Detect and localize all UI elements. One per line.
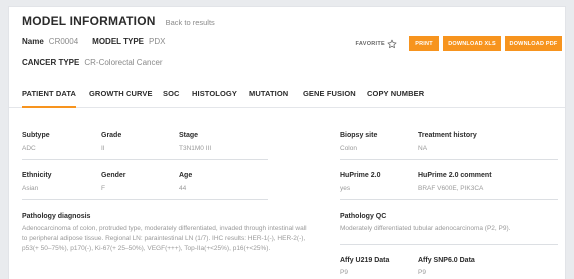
cancer-type-label: CANCER TYPE [22, 58, 80, 67]
gender-field: Gender F [101, 172, 126, 194]
title-row: MODEL INFORMATION Back to results [22, 14, 215, 28]
cancer-type-row: CANCER TYPE CR-Colorectal Cancer [22, 58, 177, 67]
action-bar: FAVORITE PRINT DOWNLOAD XLS DOWNLOAD PDF [356, 36, 562, 51]
affy-u219-field: Affy U219 Data P9 [340, 257, 389, 278]
huprime-field: HuPrime 2.0 yes [340, 172, 380, 194]
tab-soc[interactable]: SOC [163, 89, 180, 98]
model-header: MODEL INFORMATION Back to results Name C… [9, 7, 565, 77]
pathology-diagnosis-field: Pathology diagnosis Adenocarcinoma of co… [22, 213, 312, 254]
affy-snp6-field: Affy SNP6.0 Data P9 [418, 257, 475, 278]
huprime-comment-value: BRAF V600E, PIK3CA [418, 185, 484, 192]
star-icon [387, 39, 397, 48]
affy-snp6-label: Affy SNP6.0 Data [418, 257, 475, 264]
subtype-value: ADC [22, 145, 36, 152]
favorite-label: FAVORITE [355, 40, 385, 47]
tab-mutation[interactable]: MUTATION [249, 89, 288, 98]
print-button[interactable]: PRINT [409, 36, 439, 51]
favorite-button[interactable]: FAVORITE [356, 39, 398, 49]
huprime-comment-field: HuPrime 2.0 comment BRAF V600E, PIK3CA [418, 172, 492, 194]
pathology-diagnosis-label: Pathology diagnosis [22, 213, 91, 220]
treatment-history-field: Treatment history NA [418, 132, 477, 154]
affy-u219-label: Affy U219 Data [340, 257, 390, 264]
tab-copy-number[interactable]: COPY NUMBER [367, 89, 424, 98]
grade-label: Grade [101, 132, 122, 139]
divider [340, 199, 558, 200]
age-field: Age 44 [179, 172, 192, 194]
ethnicity-field: Ethnicity Asian [22, 172, 52, 194]
download-xls-button[interactable]: DOWNLOAD XLS [443, 36, 501, 51]
model-type-value: PDX [149, 37, 166, 46]
ethnicity-value: Asian [22, 185, 39, 192]
model-type-label: MODEL TYPE [92, 37, 145, 46]
divider [22, 199, 268, 200]
tab-patient-data[interactable]: PATIENT DATA [22, 89, 76, 108]
grade-value: II [101, 145, 105, 152]
divider [22, 159, 268, 160]
treatment-history-label: Treatment history [418, 132, 477, 139]
name-label: Name [22, 37, 44, 46]
gender-value: F [101, 185, 105, 192]
huprime-comment-label: HuPrime 2.0 comment [418, 172, 492, 179]
biopsy-site-field: Biopsy site Colon [340, 132, 377, 154]
cancer-type-value: CR-Colorectal Cancer [84, 58, 163, 67]
name-value: CR0004 [48, 37, 79, 46]
tab-growth-curve[interactable]: GROWTH CURVE [89, 89, 153, 98]
subtype-label: Subtype [22, 132, 50, 139]
ethnicity-label: Ethnicity [22, 172, 52, 179]
download-pdf-button[interactable]: DOWNLOAD PDF [505, 36, 562, 51]
grade-field: Grade II [101, 132, 121, 154]
age-label: Age [179, 172, 193, 179]
tab-bar: PATIENT DATA GROWTH CURVE SOC HISTOLOGY … [9, 80, 565, 108]
pathology-diagnosis-value: Adenocarcinoma of colon, protruded type,… [22, 225, 307, 252]
tab-gene-fusion[interactable]: GENE FUSION [303, 89, 356, 98]
pathology-qc-field: Pathology QC Moderately differentiated t… [340, 213, 510, 234]
pathology-qc-label: Pathology QC [340, 213, 387, 220]
stage-field: Stage T3N1M0 III [179, 132, 211, 154]
affy-u219-value: P9 [340, 269, 348, 276]
huprime-value: yes [340, 185, 351, 192]
gender-label: Gender [101, 172, 126, 179]
affy-snp6-value: P9 [418, 269, 426, 276]
age-value: 44 [179, 185, 187, 192]
treatment-history-value: NA [418, 145, 428, 152]
subtype-field: Subtype ADC [22, 132, 50, 154]
pathology-qc-value: Moderately differentiated tubular adenoc… [340, 225, 511, 232]
biopsy-site-value: Colon [340, 145, 357, 152]
stage-value: T3N1M0 III [179, 145, 212, 152]
huprime-label: HuPrime 2.0 [340, 172, 381, 179]
page-title: MODEL INFORMATION [22, 14, 156, 28]
divider [340, 159, 558, 160]
back-to-results-link[interactable]: Back to results [166, 18, 215, 27]
stage-label: Stage [179, 132, 199, 139]
tab-histology[interactable]: HISTOLOGY [192, 89, 237, 98]
divider [340, 244, 558, 245]
model-meta-row: Name CR0004 MODEL TYPE PDX [22, 37, 179, 46]
biopsy-site-label: Biopsy site [340, 132, 378, 139]
model-info-card: MODEL INFORMATION Back to results Name C… [8, 6, 566, 279]
